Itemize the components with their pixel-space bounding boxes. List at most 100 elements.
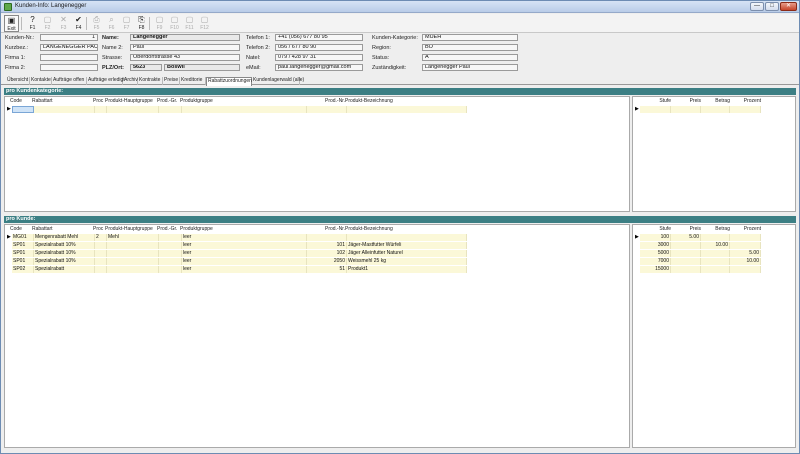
column-header[interactable]: Prod.-Nr. — [305, 98, 345, 104]
telefon2-field[interactable]: 056 / 677 80 90 — [275, 44, 363, 51]
minimize-button[interactable]: — — [750, 2, 764, 11]
toolbar-button-f1[interactable]: ? F1 — [25, 15, 40, 32]
firma2-field[interactable] — [40, 64, 98, 71]
column-header[interactable]: Proc — [93, 98, 105, 104]
plz-field[interactable]: 5623 — [130, 64, 162, 71]
table-cell[interactable] — [701, 250, 730, 257]
column-header[interactable]: Produkt-Bezeichnung — [345, 226, 465, 232]
table-cell[interactable]: SP01 — [12, 250, 34, 257]
table-cell[interactable] — [95, 250, 107, 257]
column-header[interactable]: Produkt-Bezeichnung — [345, 98, 465, 104]
table-cell[interactable] — [95, 242, 107, 249]
column-header[interactable]: Produkt-Hauptgruppe — [105, 226, 157, 232]
column-header[interactable]: Rabattart — [32, 226, 93, 232]
table-cell[interactable]: leer — [182, 242, 307, 249]
toolbar-button-f6[interactable]: ⌕ F6 — [104, 15, 119, 32]
table-cell[interactable] — [12, 106, 34, 113]
toolbar-button-f7[interactable]: ▢ F7 — [119, 15, 134, 32]
table-cell[interactable]: Produkt1 — [347, 266, 467, 273]
table-cell[interactable] — [701, 106, 730, 113]
column-header[interactable]: Preis — [671, 98, 701, 104]
column-header[interactable]: Code — [10, 98, 32, 104]
column-header[interactable]: Prod.-Nr. — [305, 226, 345, 232]
table-cell[interactable] — [671, 258, 701, 265]
toolbar-button-f4[interactable]: ✔ F4 — [71, 15, 86, 32]
table-cell[interactable] — [671, 266, 701, 273]
table-row[interactable]: SP01 Spezialrabatt 10% leer 101 Jäger-Mastfu… — [5, 242, 629, 249]
column-header[interactable]: Rabattart — [32, 98, 93, 104]
table-cell[interactable]: Jäger Alleinfutter Naturel — [347, 250, 467, 257]
column-header[interactable]: Prod.-Gr. — [157, 226, 180, 232]
table-cell[interactable] — [701, 258, 730, 265]
column-header[interactable]: Betrag — [701, 226, 730, 232]
toolbar-button-f8[interactable]: ⎘ F8 — [134, 15, 149, 32]
table-cell[interactable] — [671, 242, 701, 249]
table-cell[interactable]: 101 — [307, 242, 347, 249]
table-cell[interactable]: Spezialrabatt 10% — [34, 250, 95, 257]
close-button[interactable]: ✕ — [780, 2, 797, 11]
kunde-staffel-grid[interactable]: Stufe Preis Betrag Prozent ▶ 100 5.00 3000 10.00… — [632, 224, 796, 448]
table-row[interactable] — [633, 106, 795, 113]
table-cell[interactable]: Mengenrabatt Mehl — [34, 234, 95, 241]
table-cell[interactable]: 100 — [640, 234, 671, 241]
table-cell[interactable] — [34, 106, 95, 113]
table-cell[interactable]: 51 — [307, 266, 347, 273]
table-cell[interactable] — [107, 266, 159, 273]
table-row[interactable]: SP01 Spezialrabatt 10% leer 2050 Weissmehl 2… — [5, 258, 629, 265]
tab-0[interactable]: Übersicht — [6, 77, 30, 85]
table-cell[interactable]: SP01 — [12, 258, 34, 265]
table-cell[interactable]: 10.00 — [730, 258, 761, 265]
table-cell[interactable]: leer — [182, 234, 307, 241]
toolbar-button-f2[interactable]: ▢ F2 — [40, 15, 55, 32]
table-cell[interactable]: 102 — [307, 250, 347, 257]
table-cell[interactable] — [701, 266, 730, 273]
status-field[interactable]: A — [422, 54, 518, 61]
table-cell[interactable]: SP01 — [12, 242, 34, 249]
table-row[interactable] — [5, 106, 629, 113]
tab-5[interactable]: Kontrakte — [138, 77, 163, 85]
table-cell[interactable] — [107, 258, 159, 265]
name-field[interactable]: Langenegger — [130, 34, 240, 41]
table-row[interactable]: MG01 Mengenrabatt Mehl 2 Mehl leer — [5, 234, 629, 241]
column-header[interactable]: Produktgruppe — [180, 226, 305, 232]
maximize-button[interactable]: □ — [765, 2, 779, 11]
table-cell[interactable]: Spezialrabatt 10% — [34, 258, 95, 265]
table-cell[interactable]: 15000 — [640, 266, 671, 273]
table-cell[interactable] — [95, 106, 107, 113]
table-cell[interactable] — [730, 234, 761, 241]
table-cell[interactable] — [95, 266, 107, 273]
table-cell[interactable]: 2 — [95, 234, 107, 241]
tab-7[interactable]: Kreditorie — [180, 77, 206, 85]
firma1-field[interactable] — [40, 54, 98, 61]
table-cell[interactable]: 7000 — [640, 258, 671, 265]
table-cell[interactable]: 2050 — [307, 258, 347, 265]
table-cell[interactable] — [730, 106, 761, 113]
column-header[interactable]: Produkt-Hauptgruppe — [105, 98, 157, 104]
toolbar-button-f9[interactable]: ▢ F9 — [152, 15, 167, 32]
table-cell[interactable] — [347, 234, 467, 241]
table-cell[interactable]: leer — [182, 266, 307, 273]
table-cell[interactable]: 5000 — [640, 250, 671, 257]
tab-3[interactable]: Aufträge erledigt — [87, 77, 125, 85]
table-cell[interactable]: leer — [182, 250, 307, 257]
column-header[interactable]: Prozent — [730, 98, 761, 104]
name2-field[interactable]: Paul — [130, 44, 240, 51]
table-cell[interactable] — [95, 258, 107, 265]
table-cell[interactable] — [107, 106, 159, 113]
tab-9[interactable]: Kundenlagerwald (alle) — [252, 77, 304, 85]
table-cell[interactable] — [182, 106, 307, 113]
table-cell[interactable]: 3000 — [640, 242, 671, 249]
table-cell[interactable] — [347, 106, 467, 113]
table-cell[interactable] — [730, 242, 761, 249]
zustaendigkeit-field[interactable]: Langenegger Paul — [422, 64, 518, 71]
telefon1-field[interactable]: +41 (056) 677 80 95 — [275, 34, 363, 41]
kategorie-discount-grid[interactable]: Code Rabattart Proc Produkt-Hauptgruppe Prod… — [4, 96, 630, 212]
table-row[interactable]: SP01 Spezialrabatt 10% leer 102 Jäger Allein… — [5, 250, 629, 257]
table-cell[interactable] — [307, 234, 347, 241]
email-field[interactable]: paul.langenegger@gmail.com — [275, 64, 363, 71]
column-header[interactable]: Betrag — [701, 98, 730, 104]
table-cell[interactable]: Spezialrabatt 10% — [34, 242, 95, 249]
kurzbez-field[interactable]: LANGENEGGER PAUL — [40, 44, 98, 51]
table-row[interactable]: SP02 Spezialrabatt leer 51 Produkt1 — [5, 266, 629, 273]
column-header[interactable]: Stufe — [640, 98, 671, 104]
